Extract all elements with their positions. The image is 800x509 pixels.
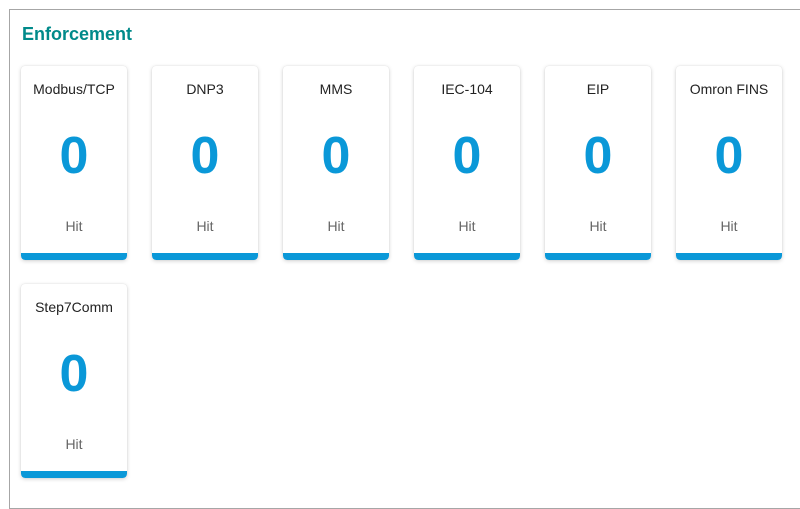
card-hit-count: 0	[583, 127, 613, 185]
card-hit-count: 0	[452, 127, 482, 185]
card-hit-count: 0	[190, 127, 220, 185]
card-unit: Hit	[720, 218, 738, 234]
card-hit-count: 0	[59, 127, 89, 185]
card-modbus-tcp[interactable]: Modbus/TCP 0 Hit	[21, 66, 127, 260]
card-label: Omron FINS	[689, 81, 769, 97]
card-dnp3[interactable]: DNP3 0 Hit	[152, 66, 258, 260]
card-accent-bar	[21, 253, 127, 260]
card-hit-count: 0	[321, 127, 351, 185]
card-accent-bar	[21, 471, 127, 478]
card-accent-bar	[545, 253, 651, 260]
card-accent-bar	[676, 253, 782, 260]
card-step7comm[interactable]: Step7Comm 0 Hit	[21, 284, 127, 478]
card-unit: Hit	[327, 218, 345, 234]
card-label: IEC-104	[441, 81, 493, 97]
card-omron-fins[interactable]: Omron FINS 0 Hit	[676, 66, 782, 260]
card-unit: Hit	[196, 218, 214, 234]
card-accent-bar	[152, 253, 258, 260]
card-label: MMS	[319, 81, 353, 97]
card-label: Step7Comm	[35, 299, 113, 315]
card-unit: Hit	[65, 218, 83, 234]
card-label: Modbus/TCP	[33, 81, 115, 97]
card-eip[interactable]: EIP 0 Hit	[545, 66, 651, 260]
card-accent-bar	[283, 253, 389, 260]
card-unit: Hit	[458, 218, 476, 234]
card-hit-count: 0	[714, 127, 744, 185]
card-label: EIP	[586, 81, 610, 97]
card-hit-count: 0	[59, 345, 89, 403]
section-title: Enforcement	[22, 24, 133, 44]
card-label: DNP3	[186, 81, 224, 97]
card-unit: Hit	[589, 218, 607, 234]
card-unit: Hit	[65, 436, 83, 452]
card-mms[interactable]: MMS 0 Hit	[283, 66, 389, 260]
card-iec-104[interactable]: IEC-104 0 Hit	[414, 66, 520, 260]
card-accent-bar	[414, 253, 520, 260]
